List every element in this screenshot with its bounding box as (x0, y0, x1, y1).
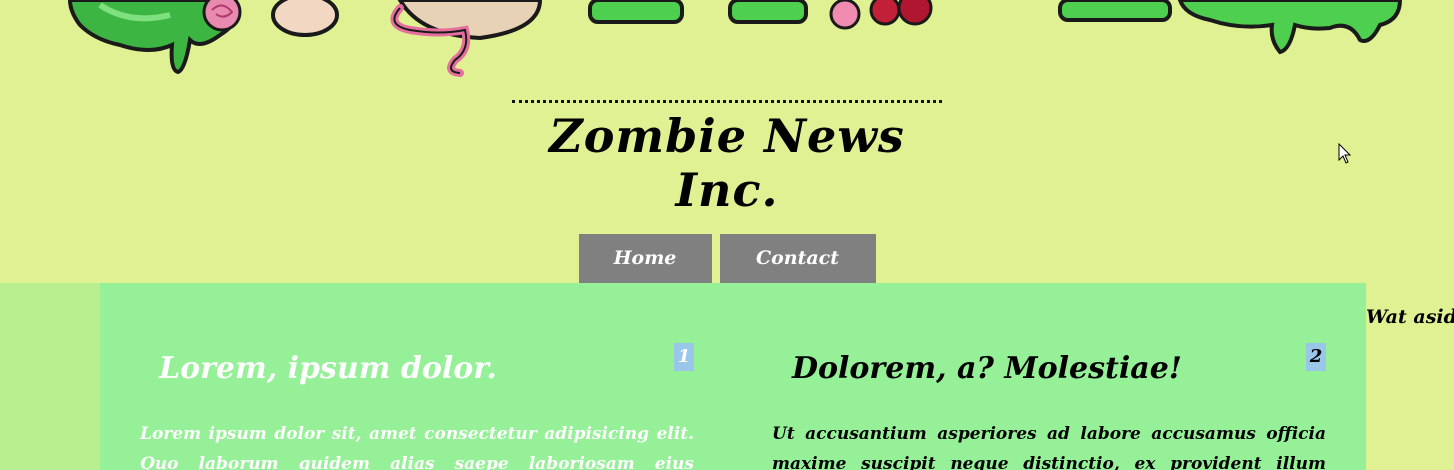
article-card: Lorem, ipsum dolor. 1 Lorem ipsum dolor … (140, 283, 694, 470)
article-title: Dolorem, a? Molestiae! (792, 351, 1182, 386)
main-content: Lorem, ipsum dolor. 1 Lorem ipsum dolor … (100, 283, 1366, 470)
site-header: Zombie News Inc. (0, 100, 1454, 217)
article-number-badge: 2 (1306, 343, 1326, 371)
main-nav: Home Contact (0, 234, 1454, 283)
article-number-badge: 1 (674, 343, 694, 371)
nav-home-button[interactable]: Home (578, 234, 712, 283)
article-card: Dolorem, a? Molestiae! 2 Ut accusantium … (772, 283, 1326, 470)
left-margin-strip (0, 283, 100, 470)
aside-text: Wat aside (1366, 306, 1454, 328)
title-underline-dotted: Zombie News Inc. (512, 100, 942, 217)
zombie-banner-illustration (67, 0, 1403, 77)
nav-contact-button[interactable]: Contact (719, 234, 876, 283)
mouse-cursor-icon (1338, 143, 1352, 164)
article-body: Ut accusantium asperiores ad labore accu… (772, 424, 1326, 470)
site-title: Zombie News Inc. (549, 109, 905, 217)
article-body: Lorem ipsum dolor sit, amet consectetur … (140, 424, 694, 470)
article-title: Lorem, ipsum dolor. (159, 351, 497, 386)
